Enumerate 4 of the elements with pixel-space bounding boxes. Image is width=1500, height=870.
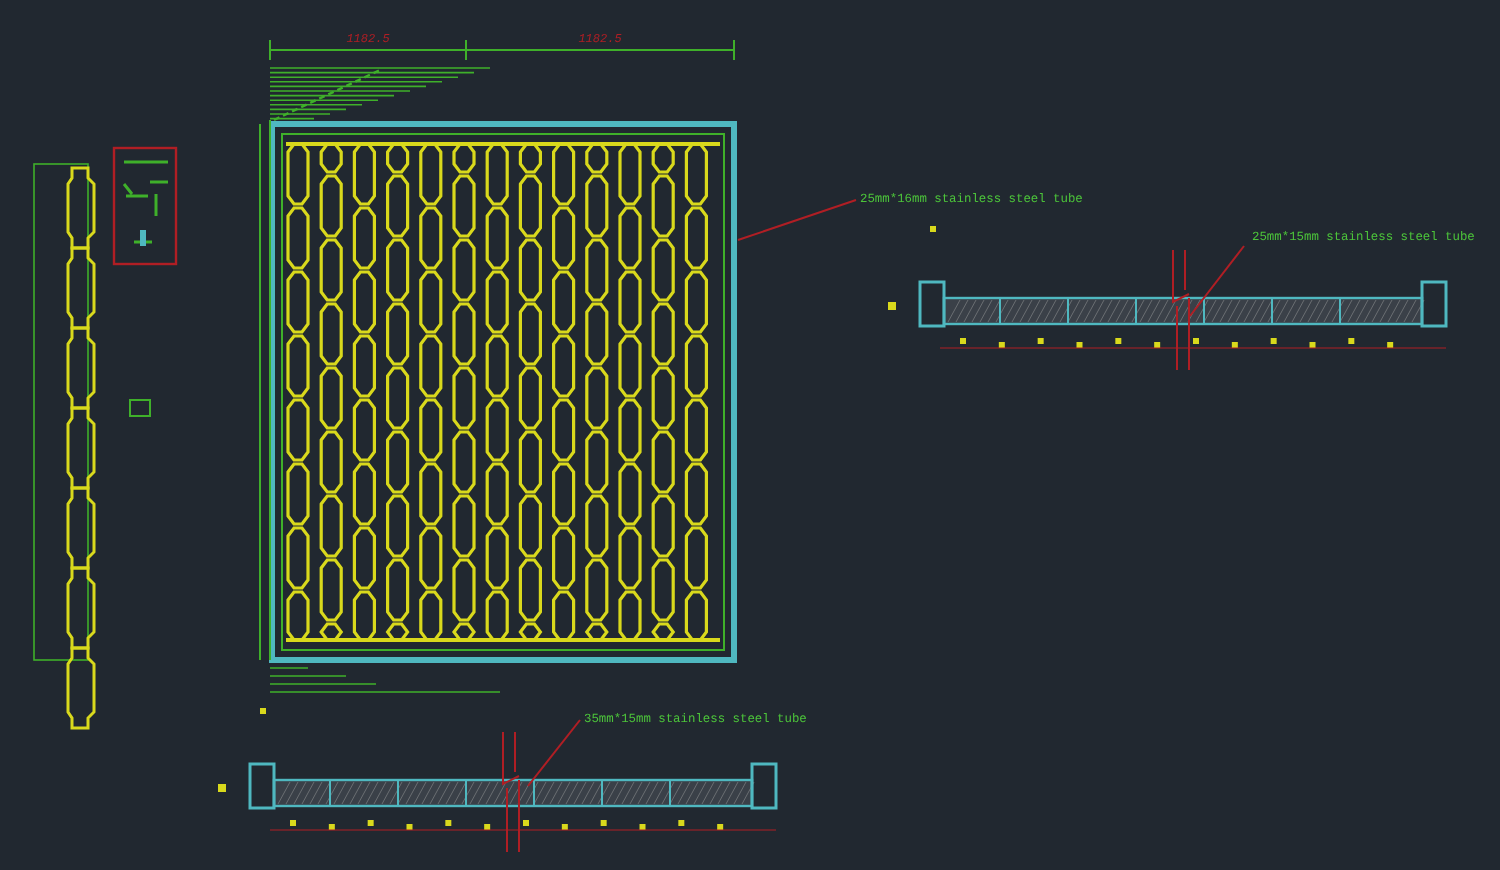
leader-line <box>527 719 581 787</box>
leader-line <box>737 199 857 241</box>
detail-drawing <box>112 146 178 266</box>
leader-line <box>1189 245 1245 317</box>
